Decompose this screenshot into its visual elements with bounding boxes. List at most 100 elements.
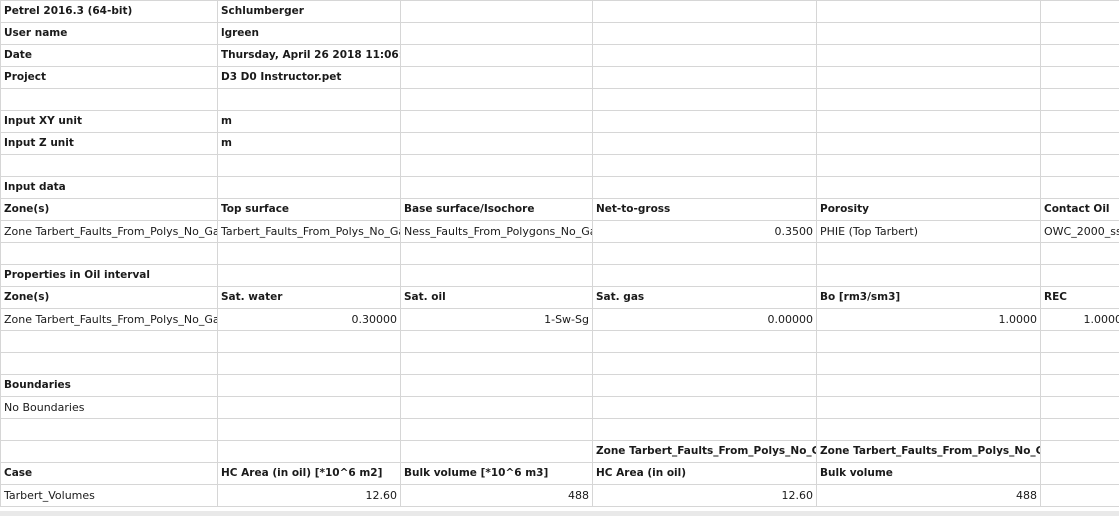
table-cell[interactable]: Zone Tarbert_Faults_From_Polys_No_Gaps <box>816 440 1041 463</box>
table-cell[interactable] <box>1040 352 1119 375</box>
table-cell[interactable]: Input Z unit <box>0 132 218 155</box>
table-cell[interactable]: Tarbert_Volumes <box>0 484 218 507</box>
table-cell[interactable]: Petrel 2016.3 (64-bit) <box>0 0 218 23</box>
table-cell[interactable] <box>217 154 401 177</box>
table-cell[interactable]: 1.0000 <box>816 308 1041 331</box>
table-cell[interactable]: Base surface/Isochore <box>400 198 593 221</box>
table-cell[interactable]: Sat. gas <box>592 286 817 309</box>
table-cell[interactable]: 12.60 <box>592 484 817 507</box>
horizontal-scrollbar[interactable] <box>0 511 1119 516</box>
table-cell[interactable]: 12.60 <box>217 484 401 507</box>
table-cell[interactable] <box>816 66 1041 89</box>
table-cell[interactable]: Zone(s) <box>0 286 218 309</box>
table-cell[interactable] <box>1040 176 1119 199</box>
table-cell[interactable] <box>816 22 1041 45</box>
table-cell[interactable]: Sat. water <box>217 286 401 309</box>
table-cell[interactable]: 1.0000 <box>1040 308 1119 331</box>
table-cell[interactable]: Project <box>0 66 218 89</box>
table-cell[interactable]: 0.3500 <box>592 220 817 243</box>
table-cell[interactable] <box>1040 44 1119 67</box>
table-cell[interactable] <box>400 0 593 23</box>
table-cell[interactable] <box>217 374 401 397</box>
table-cell[interactable] <box>0 418 218 441</box>
table-cell[interactable] <box>217 264 401 287</box>
table-cell[interactable] <box>816 132 1041 155</box>
table-cell[interactable] <box>592 242 817 265</box>
table-cell[interactable] <box>592 88 817 111</box>
table-cell[interactable]: User name <box>0 22 218 45</box>
table-cell[interactable] <box>592 374 817 397</box>
table-cell[interactable] <box>217 396 401 419</box>
table-cell[interactable] <box>816 264 1041 287</box>
table-cell[interactable] <box>1040 88 1119 111</box>
table-cell[interactable] <box>0 242 218 265</box>
table-cell[interactable]: Thursday, April 26 2018 11:06:55 <box>217 44 401 67</box>
table-cell[interactable] <box>592 0 817 23</box>
table-cell[interactable] <box>816 396 1041 419</box>
table-cell[interactable] <box>816 176 1041 199</box>
table-cell[interactable] <box>592 418 817 441</box>
table-cell[interactable] <box>1040 0 1119 23</box>
table-cell[interactable]: Porosity <box>816 198 1041 221</box>
table-cell[interactable] <box>592 396 817 419</box>
table-cell[interactable] <box>400 418 593 441</box>
table-cell[interactable]: m <box>217 132 401 155</box>
table-cell[interactable]: HC Area (in oil) <box>592 462 817 485</box>
table-cell[interactable] <box>816 0 1041 23</box>
table-cell[interactable]: 0.00000 <box>592 308 817 331</box>
table-cell[interactable]: PHIE (Top Tarbert) <box>816 220 1041 243</box>
table-cell[interactable]: Input XY unit <box>0 110 218 133</box>
table-cell[interactable]: Top surface <box>217 198 401 221</box>
table-cell[interactable]: 488 <box>816 484 1041 507</box>
table-cell[interactable]: Input data <box>0 176 218 199</box>
table-cell[interactable] <box>1040 242 1119 265</box>
table-cell[interactable] <box>217 440 401 463</box>
table-cell[interactable] <box>400 396 593 419</box>
table-cell[interactable] <box>1040 484 1119 507</box>
table-cell[interactable] <box>400 242 593 265</box>
table-cell[interactable] <box>1040 396 1119 419</box>
table-cell[interactable] <box>816 242 1041 265</box>
table-cell[interactable] <box>816 330 1041 353</box>
table-cell[interactable] <box>400 154 593 177</box>
table-cell[interactable] <box>400 22 593 45</box>
table-cell[interactable] <box>400 374 593 397</box>
table-cell[interactable] <box>1040 440 1119 463</box>
table-cell[interactable] <box>400 110 593 133</box>
table-cell[interactable] <box>1040 110 1119 133</box>
table-cell[interactable]: Sat. oil <box>400 286 593 309</box>
table-cell[interactable]: D3 D0 Instructor.pet <box>217 66 401 89</box>
table-cell[interactable] <box>217 88 401 111</box>
table-cell[interactable] <box>1040 22 1119 45</box>
table-cell[interactable] <box>816 88 1041 111</box>
table-cell[interactable] <box>592 330 817 353</box>
table-cell[interactable] <box>592 264 817 287</box>
table-cell[interactable]: Case <box>0 462 218 485</box>
table-cell[interactable]: Boundaries <box>0 374 218 397</box>
table-cell[interactable] <box>400 264 593 287</box>
table-cell[interactable] <box>400 88 593 111</box>
table-cell[interactable] <box>816 352 1041 375</box>
table-cell[interactable] <box>816 154 1041 177</box>
table-cell[interactable] <box>592 44 817 67</box>
table-cell[interactable]: Bulk volume [*10^6 m3] <box>400 462 593 485</box>
table-cell[interactable]: Properties in Oil interval <box>0 264 218 287</box>
table-cell[interactable]: Zone(s) <box>0 198 218 221</box>
table-cell[interactable]: REC <box>1040 286 1119 309</box>
table-cell[interactable] <box>217 242 401 265</box>
table-cell[interactable]: Zone Tarbert_Faults_From_Polys_No_Gaps <box>0 220 218 243</box>
table-cell[interactable]: OWC_2000_ss <box>1040 220 1119 243</box>
table-cell[interactable] <box>592 154 817 177</box>
table-cell[interactable] <box>400 44 593 67</box>
table-cell[interactable] <box>400 440 593 463</box>
table-cell[interactable] <box>816 44 1041 67</box>
table-cell[interactable] <box>0 330 218 353</box>
table-cell[interactable]: lgreen <box>217 22 401 45</box>
table-cell[interactable] <box>1040 374 1119 397</box>
table-cell[interactable] <box>592 352 817 375</box>
table-cell[interactable]: No Boundaries <box>0 396 218 419</box>
table-cell[interactable] <box>1040 462 1119 485</box>
table-cell[interactable]: Contact Oil <box>1040 198 1119 221</box>
table-cell[interactable] <box>592 110 817 133</box>
table-cell[interactable] <box>0 440 218 463</box>
